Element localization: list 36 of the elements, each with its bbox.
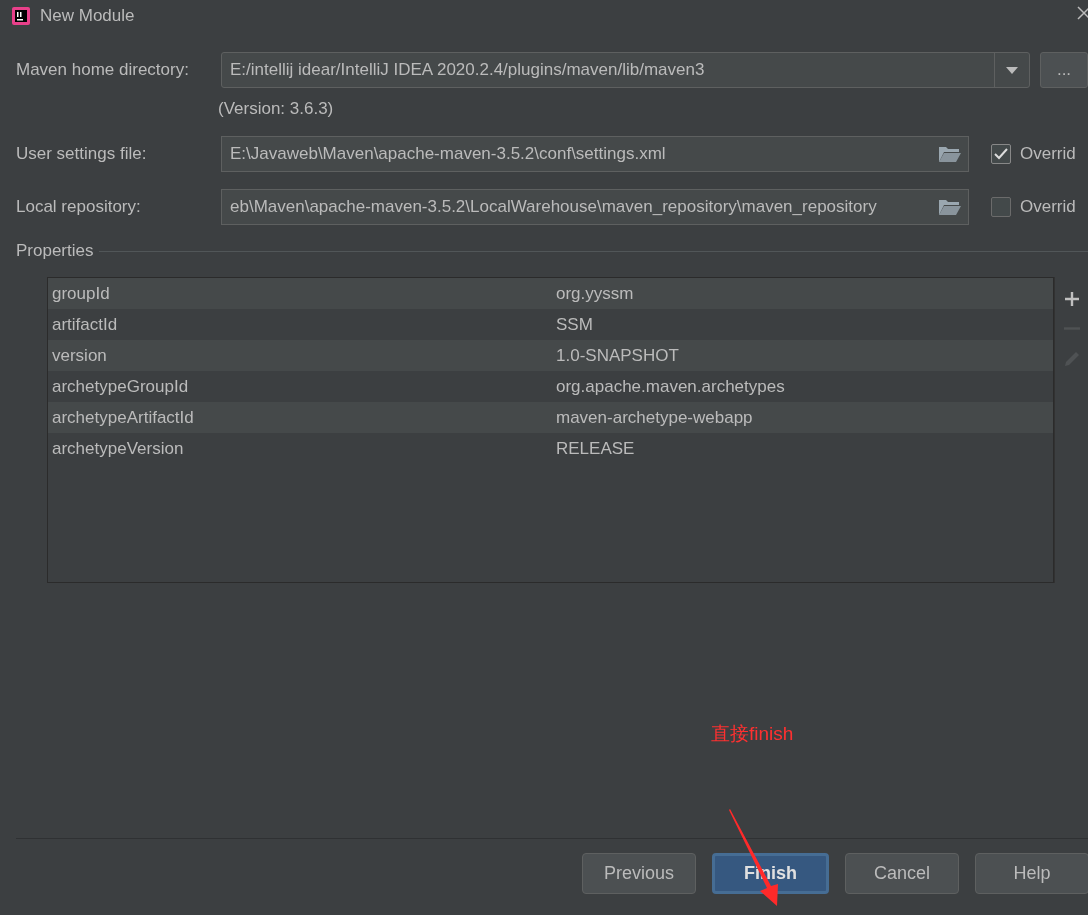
add-icon[interactable] (1063, 291, 1080, 307)
table-cell-text: org.apache.maven.archetypes (556, 376, 786, 397)
field-label: User settings file: (16, 144, 148, 164)
maven-home-dropdown[interactable]: E:/intellij idear/IntelliJ IDEA 2020.2.4/plugins/maven/lib/maven3 (221, 52, 1030, 88)
table-cell-text: RELEASE (556, 438, 636, 459)
checkbox-label: Overrid (1020, 197, 1076, 217)
table-cell-text: 1.0-SNAPSHOT (556, 345, 680, 366)
dialog-button[interactable]: Previous (582, 853, 696, 894)
table-cell-text: artifactId (51, 314, 119, 335)
table-cell-text: archetypeArtifactId (51, 407, 195, 428)
path-field[interactable]: eb\Maven\apache-maven-3.5.2\LocalWarehouse\maven_repository\maven_repository (221, 189, 969, 225)
dialog-button[interactable]: Cancel (845, 853, 959, 894)
browse-button[interactable]: ... (1040, 52, 1088, 88)
annotation-text: 直接finish (711, 722, 794, 746)
table-cell-text: version (51, 345, 108, 366)
path-field[interactable]: E:\Javaweb\Maven\apache-maven-3.5.2\conf\settings.xml (221, 136, 969, 172)
override-checkbox[interactable] (991, 197, 1011, 217)
close-icon[interactable] (1077, 6, 1088, 20)
field-label: Local repository: (16, 197, 142, 217)
table-cell-text: maven-archetype-webapp (556, 407, 754, 428)
section-title: Properties (16, 241, 94, 261)
window-title: New Module (40, 6, 135, 26)
table-cell-text: groupId (51, 283, 111, 304)
caret-icon (1006, 66, 1018, 74)
app-logo-icon (12, 7, 30, 25)
table-cell-text: org.yyssm (556, 283, 635, 304)
table-cell-text: archetypeVersion (51, 438, 185, 459)
field-label: Maven home directory: (16, 60, 190, 80)
checkbox-label: Overrid (1020, 144, 1076, 164)
table-cell-text: archetypeGroupId (51, 376, 190, 397)
dialog-button[interactable]: Help (975, 853, 1088, 894)
table-cell-text: SSM (556, 314, 594, 335)
folder-icon[interactable] (938, 145, 962, 163)
folder-icon[interactable] (938, 198, 962, 216)
version-note: (Version: 3.6.3) (217, 99, 335, 120)
override-checkbox[interactable] (991, 144, 1011, 164)
